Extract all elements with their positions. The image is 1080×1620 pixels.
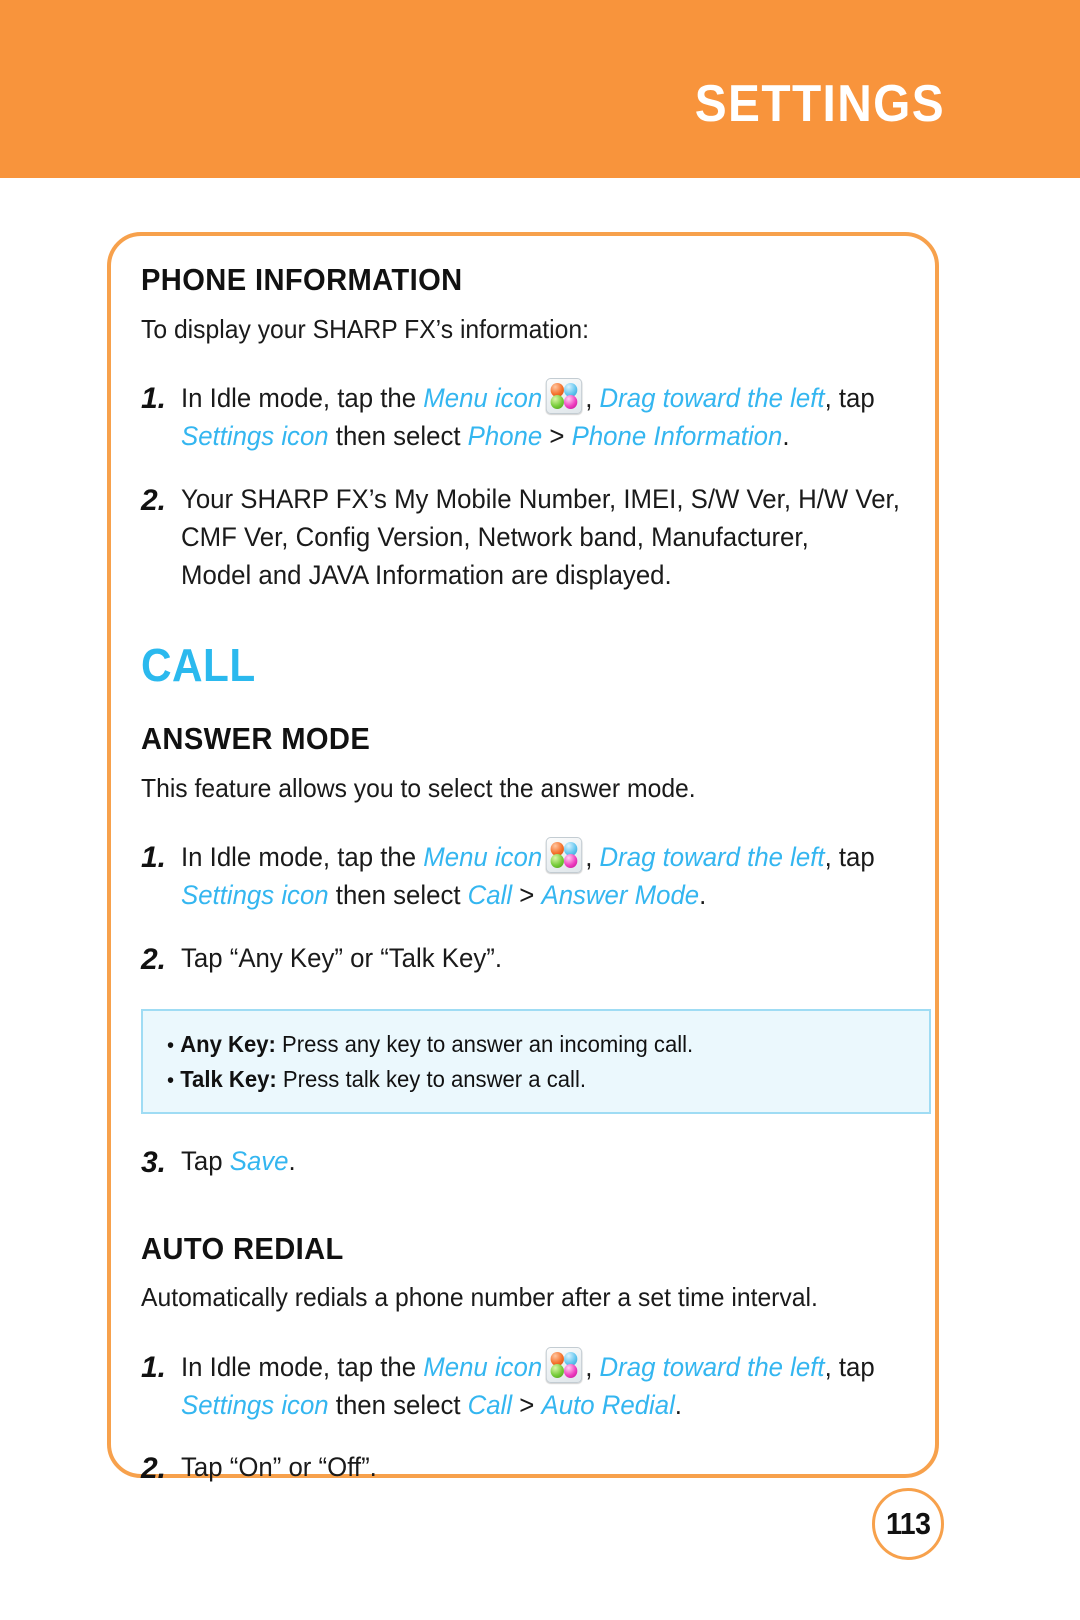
step-text: In Idle mode, tap the xyxy=(181,382,424,413)
bullet-icon: • xyxy=(167,1068,175,1092)
step-number: 1. xyxy=(141,1350,167,1384)
step-answer-mode-1: 1. In Idle mode, tap the Menu icon, Drag… xyxy=(141,836,931,915)
menu-icon-label: Menu icon xyxy=(423,841,543,872)
drag-left-label: Drag toward the left xyxy=(599,841,825,872)
save-label: Save xyxy=(229,1146,289,1177)
menu-path-2: Auto Redial xyxy=(541,1389,675,1420)
menu-grid-icon xyxy=(546,836,583,873)
menu-dot-green-icon xyxy=(550,1363,565,1378)
step-line-2: Settings icon then select Call > Auto Re… xyxy=(181,1386,897,1424)
step-number: 2. xyxy=(141,483,167,517)
menu-dot-magenta-icon xyxy=(564,1363,578,1378)
step-text: , xyxy=(585,841,600,872)
manual-page: SETTINGS PHONE INFORMATION To display yo… xyxy=(0,0,1080,1620)
step-line-1: In Idle mode, tap the Menu icon, Drag to… xyxy=(181,377,897,417)
step-text: then select xyxy=(328,421,468,452)
menu-path-1: Call xyxy=(467,1389,513,1420)
menu-path-1: Phone xyxy=(467,421,543,452)
step-text: In Idle mode, tap the xyxy=(181,1351,424,1382)
page-number-badge: 113 xyxy=(872,1488,944,1560)
menu-path-2: Phone Information xyxy=(571,421,783,452)
menu-path-1: Call xyxy=(467,880,513,911)
step-line-1: Tap Save. xyxy=(181,1142,897,1180)
drag-left-label: Drag toward the left xyxy=(599,1351,825,1382)
step-number: 2. xyxy=(141,1452,167,1486)
section-intro-auto-redial: Automatically redials a phone number aft… xyxy=(141,1282,818,1313)
section-heading-answer-mode: ANSWER MODE xyxy=(141,720,371,756)
menu-icon-label: Menu icon xyxy=(423,1351,543,1382)
settings-icon-label: Settings icon xyxy=(181,880,329,911)
step-line-2: CMF Ver, Config Version, Network band, M… xyxy=(181,521,809,552)
step-text: In Idle mode, tap the xyxy=(181,841,424,872)
step-text: , tap xyxy=(824,841,875,872)
step-line-3: Model and JAVA Information are displayed… xyxy=(181,560,672,591)
step-text: , xyxy=(585,1351,600,1382)
content-frame: PHONE INFORMATION To display your SHARP … xyxy=(107,232,939,1485)
step-number: 2. xyxy=(141,942,167,976)
step-line-2: Settings icon then select Call > Answer … xyxy=(181,876,897,914)
menu-dot-green-icon xyxy=(550,853,565,868)
menu-grid-icon xyxy=(546,1346,583,1383)
settings-icon-label: Settings icon xyxy=(181,1389,329,1420)
step-phone-information-1: 1. In Idle mode, tap the Menu icon, Drag… xyxy=(141,377,931,456)
step-auto-redial-2: 2. Tap “On” or “Off”. xyxy=(141,1448,931,1491)
step-number: 1. xyxy=(141,381,167,415)
note-text: Press talk key to answer a call. xyxy=(276,1065,586,1092)
menu-dot-magenta-icon xyxy=(564,853,578,868)
step-text: > xyxy=(512,1389,542,1420)
step-line-2: Settings icon then select Phone > Phone … xyxy=(181,417,897,455)
step-auto-redial-1: 1. In Idle mode, tap the Menu icon, Drag… xyxy=(141,1346,931,1425)
menu-icon-label: Menu icon xyxy=(423,382,543,413)
step-text: > xyxy=(512,880,542,911)
step-text: then select xyxy=(328,880,468,911)
page-number: 113 xyxy=(885,1506,931,1541)
step-text: , tap xyxy=(824,382,875,413)
note-box-answer-mode: • Any Key: Press any key to answer an in… xyxy=(141,1009,931,1115)
menu-dot-green-icon xyxy=(550,394,565,409)
note-item: • Any Key: Press any key to answer an in… xyxy=(167,1027,877,1062)
section-heading-call: CALL xyxy=(141,638,256,691)
step-text: . xyxy=(674,1389,682,1420)
content-inner: PHONE INFORMATION To display your SHARP … xyxy=(141,262,931,1491)
step-line-1: Your SHARP FX’s My Mobile Number, IMEI, … xyxy=(181,483,900,514)
step-line-1: In Idle mode, tap the Menu icon, Drag to… xyxy=(181,1346,897,1386)
section-heading-auto-redial: AUTO REDIAL xyxy=(141,1230,344,1266)
step-line-1: Tap “On” or “Off”. xyxy=(181,1452,377,1483)
bullet-icon: • xyxy=(167,1034,175,1058)
section-intro-phone-information: To display your SHARP FX’s information: xyxy=(141,313,589,344)
note-item: • Talk Key: Press talk key to answer a c… xyxy=(167,1062,877,1097)
step-phone-information-2: 2. Your SHARP FX’s My Mobile Number, IME… xyxy=(141,480,931,595)
step-text: > xyxy=(542,421,572,452)
step-text: . xyxy=(782,421,790,452)
section-intro-answer-mode: This feature allows you to select the an… xyxy=(141,772,696,803)
menu-grid-icon xyxy=(546,377,583,414)
step-answer-mode-2: 2. Tap “Any Key” or “Talk Key”. xyxy=(141,939,931,982)
step-number: 1. xyxy=(141,840,167,874)
page-title: SETTINGS xyxy=(694,75,945,133)
step-answer-mode-3: 3. Tap Save. xyxy=(141,1142,931,1185)
menu-dot-magenta-icon xyxy=(564,394,578,409)
settings-icon-label: Settings icon xyxy=(181,421,329,452)
note-term: Any Key: xyxy=(180,1031,276,1058)
note-text: Press any key to answer an incoming call… xyxy=(275,1031,694,1058)
step-line-1: Tap “Any Key” or “Talk Key”. xyxy=(181,942,502,973)
drag-left-label: Drag toward the left xyxy=(599,382,825,413)
step-text: , xyxy=(585,382,600,413)
step-text: . xyxy=(288,1146,296,1177)
step-number: 3. xyxy=(141,1146,167,1180)
step-line-1: In Idle mode, tap the Menu icon, Drag to… xyxy=(181,836,897,876)
step-text: Tap xyxy=(181,1146,230,1177)
menu-path-2: Answer Mode xyxy=(541,880,700,911)
step-text: , tap xyxy=(824,1351,875,1382)
step-text: . xyxy=(699,880,707,911)
step-text: then select xyxy=(328,1389,468,1420)
section-heading-phone-information: PHONE INFORMATION xyxy=(141,262,463,297)
note-term: Talk Key: xyxy=(180,1065,277,1092)
header-band: SETTINGS xyxy=(0,0,1080,178)
